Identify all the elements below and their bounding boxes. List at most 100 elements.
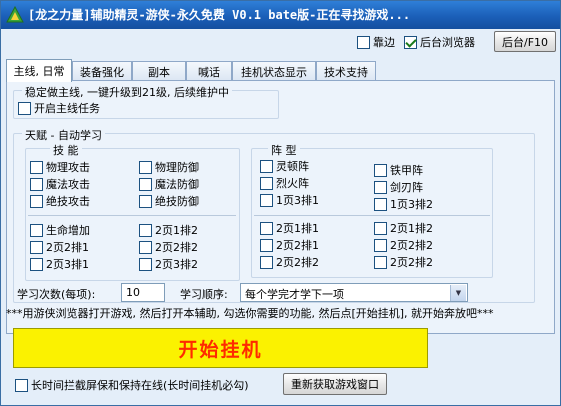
skill-p2-r2-c1[interactable]: 2页2排1 [30,239,89,255]
background-hotkey-button[interactable]: 后台/F10 [494,31,556,52]
checkbox-box[interactable] [374,221,387,235]
formation-label: 烈火阵 [276,177,309,190]
start-afk-button[interactable]: 开始挂机 [13,328,428,368]
skill-label: 2页2排2 [155,241,198,254]
formation-p2-r3-c2[interactable]: 2页2排2 [374,254,433,270]
formation-label: 2页2排1 [276,239,319,252]
checkbox-box[interactable] [374,238,387,252]
skill-p2-r2-c2[interactable]: 2页2排2 [139,239,198,255]
skills-divider [28,215,236,216]
skill-ultimate-attack[interactable]: 绝技攻击 [30,193,90,209]
tab-equipment-enhance[interactable]: 装备强化 [72,61,132,81]
checkbox-box[interactable] [260,255,273,269]
checkbox-box[interactable] [260,159,273,173]
checkbox-box[interactable] [139,257,152,271]
background-browser-checkbox-box[interactable] [404,35,417,49]
talent-group-title: 天赋 - 自动学习 [22,127,105,143]
checkbox-box[interactable] [374,163,387,177]
title-bar[interactable]: [龙之力量]辅助精灵-游侠-永久免费 V0.1 bate版-正在寻找游戏... [1,1,560,29]
formation-p1-r3-c2[interactable]: 1页3排2 [374,196,433,212]
screensaver-block-label: 长时间拦截屏保和保持在线(长时间挂机必勾) [31,379,249,392]
main-quest-checkbox-box[interactable] [18,101,31,115]
checkbox-box[interactable] [30,177,43,191]
skill-p2-r1-c2[interactable]: 2页1排2 [139,222,198,238]
skill-magic-attack[interactable]: 魔法攻击 [30,176,90,192]
tab-main-daily[interactable]: 主线, 日常 [6,59,72,82]
checkbox-box[interactable] [139,194,152,208]
checkbox-box[interactable] [30,194,43,208]
formation-label: 2页1排2 [390,222,433,235]
window-title: [龙之力量]辅助精灵-游侠-永久免费 V0.1 bate版-正在寻找游戏... [28,8,411,22]
checkbox-box[interactable] [260,176,273,190]
checkbox-box[interactable] [374,255,387,269]
checkbox-box[interactable] [260,238,273,252]
app-window: [龙之力量]辅助精灵-游侠-永久免费 V0.1 bate版-正在寻找游戏... … [0,0,561,406]
main-quest-checkbox[interactable]: 开启主线任务 [18,100,100,116]
formation-label: 2页2排2 [390,239,433,252]
checkbox-box[interactable] [139,160,152,174]
main-quest-group: 稳定做主线, 一键升级到21级, 后续维护中 开启主线任务 [13,84,279,119]
skill-physical-attack[interactable]: 物理攻击 [30,159,90,175]
formation-label: 灵顿阵 [276,160,309,173]
skill-magic-defense[interactable]: 魔法防御 [139,176,199,192]
skill-label: 2页2排1 [46,241,89,254]
screensaver-block-checkbox[interactable]: 长时间拦截屏保和保持在线(长时间挂机必勾) [15,377,249,393]
checkbox-box[interactable] [139,177,152,191]
skill-label: 物理攻击 [46,161,90,174]
formation-p1-r3-c1[interactable]: 1页3排1 [260,192,319,208]
refresh-game-window-button[interactable]: 重新获取游戏窗口 [283,373,387,395]
formation-liehuo[interactable]: 烈火阵 [260,175,309,191]
screensaver-block-checkbox-box[interactable] [15,378,28,392]
checkbox-box[interactable] [260,221,273,235]
skill-p2-r3-c1[interactable]: 2页3排1 [30,256,89,272]
dock-checkbox-box[interactable] [357,35,370,49]
checkbox-box[interactable] [139,223,152,237]
skill-label: 绝技防御 [155,195,199,208]
skill-label: 魔法防御 [155,178,199,191]
formation-p2-r2-c1[interactable]: 2页2排1 [260,237,319,253]
leaf-logo-icon [6,6,24,23]
main-quest-label: 开启主线任务 [34,102,100,115]
formation-p2-r1-c1[interactable]: 2页1排1 [260,220,319,236]
skill-label: 2页1排2 [155,224,198,237]
learn-count-input[interactable]: 10 [121,283,165,302]
skill-label: 2页3排1 [46,258,89,271]
formation-p2-r1-c2[interactable]: 2页1排2 [374,220,433,236]
skill-physical-defense[interactable]: 物理防御 [139,159,199,175]
checkbox-box[interactable] [260,193,273,207]
skill-hp-increase[interactable]: 生命增加 [30,222,90,238]
formation-tiejia[interactable]: 铁甲阵 [374,162,423,178]
usage-notice: ***用游侠浏览器打开游戏, 然后打开本辅助, 勾选你需要的功能, 然后点[开始… [6,307,494,320]
formation-label: 剑刃阵 [390,181,423,194]
tab-dungeon[interactable]: 副本 [132,61,186,81]
formation-lingdun[interactable]: 灵顿阵 [260,158,309,174]
background-browser-label: 后台浏览器 [420,36,475,49]
formation-group: 阵 型 灵顿阵 烈火阵 1页3排1 铁甲阵 剑刃阵 1页3排2 2页1排1 2页… [251,142,493,278]
formation-jianren[interactable]: 剑刃阵 [374,179,423,195]
skill-p2-r3-c2[interactable]: 2页3排2 [139,256,198,272]
formation-label: 2页2排2 [390,256,433,269]
learn-count-label: 学习次数(每项): [17,288,96,301]
checkbox-box[interactable] [30,240,43,254]
checkbox-box[interactable] [30,160,43,174]
formation-label: 铁甲阵 [390,164,423,177]
background-browser-checkbox[interactable]: 后台浏览器 [404,34,475,50]
chevron-down-icon[interactable]: ▼ [450,285,466,301]
checkbox-box[interactable] [30,223,43,237]
checkbox-box[interactable] [374,180,387,194]
learn-order-select[interactable]: 每个学完才学下一项 ▼ [240,283,468,302]
dock-label: 靠边 [373,36,395,49]
skill-ultimate-defense[interactable]: 绝技防御 [139,193,199,209]
formation-p2-r2-c2[interactable]: 2页2排2 [374,237,433,253]
skill-label: 物理防御 [155,161,199,174]
checkbox-box[interactable] [374,197,387,211]
checkbox-box[interactable] [30,257,43,271]
tab-shout[interactable]: 喊话 [186,61,232,81]
tab-afk-status[interactable]: 挂机状态显示 [232,61,316,81]
dock-checkbox[interactable]: 靠边 [357,34,395,50]
checkbox-box[interactable] [139,240,152,254]
formation-p2-r3-c1[interactable]: 2页2排2 [260,254,319,270]
tab-tech-support[interactable]: 技术支持 [316,61,376,81]
formation-label: 1页3排1 [276,194,319,207]
skills-group: 技 能 物理攻击 物理防御 魔法攻击 魔法防御 绝技攻击 绝技防御 生命增加 2… [25,142,240,281]
